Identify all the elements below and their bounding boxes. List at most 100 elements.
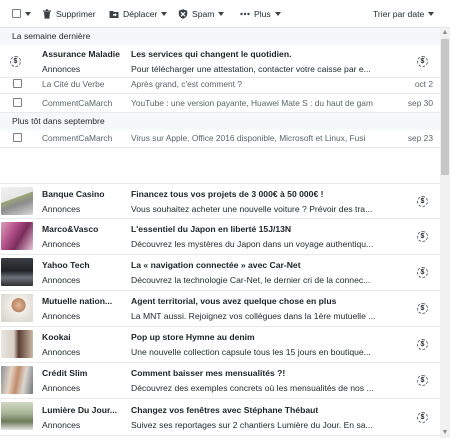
ad-tag: Annonces: [42, 275, 81, 285]
ad-thumbnail: [1, 258, 33, 286]
ad-row[interactable]: Kookai Annonces Pop up store Hymne au den…: [0, 327, 440, 363]
snippet: Pour télécharger une attestation, contac…: [131, 63, 371, 74]
ad-thumbnail: [1, 330, 33, 358]
subject: Financez tous vos projets de 3 000€ à 50…: [131, 188, 324, 199]
more-label: Plus: [254, 8, 271, 19]
move-label: Déplacer: [123, 8, 158, 19]
sender-name: Mutuelle nation...: [42, 296, 113, 306]
chevron-down-icon: [25, 11, 31, 16]
sponsored-icon: $: [417, 411, 428, 423]
ad-row[interactable]: Mutuelle nation... Annonces Agent territo…: [0, 291, 440, 327]
sender-name: Lumière Du Jour...: [42, 404, 117, 415]
scroll-thumb[interactable]: [441, 39, 449, 175]
ad-thumbnail: [1, 294, 33, 322]
ad-tag: Annonces: [42, 63, 81, 74]
snippet: Vous souhaitez acheter une nouvelle voit…: [131, 203, 373, 214]
ad-row[interactable]: Marco&Vasco Annonces L'essentiel du Japon…: [0, 219, 440, 255]
spam-button[interactable]: Spam: [178, 0, 225, 28]
spam-label: Spam: [192, 8, 215, 19]
toolbar: Supprimer Déplacer Spam Plus Trier par d…: [0, 0, 450, 28]
sponsored-icon: $: [417, 195, 428, 207]
message-checkbox[interactable]: [13, 78, 22, 88]
sender-name: CommentCaMarch: [42, 98, 113, 108]
sponsored-icon-cell: $: [0, 45, 35, 77]
message-date: sep 30: [407, 98, 433, 108]
ad-row[interactable]: Lumière Du Jour... Annonces Changez vos f…: [0, 399, 440, 436]
message-row[interactable]: CommentCaMarch Virus sur Apple, Office 2…: [0, 129, 440, 148]
select-all-control[interactable]: [12, 0, 31, 28]
message-row[interactable]: CommentCaMarch YouTube : une version pay…: [0, 94, 440, 113]
subject: Agent territorial, vous avez quelque cho…: [131, 296, 337, 306]
snippet: Découvrez la technologie Car-Net, le der…: [131, 275, 371, 285]
ad-tag: Annonces: [42, 419, 81, 430]
ad-tag: Annonces: [42, 239, 81, 249]
subject: Virus sur Apple, Office 2016 disponible,…: [131, 133, 366, 143]
ad-tag: Annonces: [42, 347, 81, 357]
ad-row[interactable]: Banque Casino Annonces Financez tous vos …: [0, 184, 440, 219]
message-date: oct 2: [414, 79, 433, 89]
sender-name: Banque Casino: [42, 188, 105, 199]
sender-name: Crédit Slim: [42, 368, 88, 378]
message-row[interactable]: La Cité du Verbe Après grand, c'est comm…: [0, 75, 440, 94]
message-date: sep 23: [407, 133, 433, 143]
ad-thumbnail: [1, 222, 33, 250]
sponsored-icon: $: [417, 231, 428, 242]
scrollbar[interactable]: ▲ ▼: [440, 28, 450, 438]
sponsored-message-row[interactable]: $ Assurance Maladie Annonces Les service…: [0, 45, 440, 78]
sender-name: Assurance Maladie: [42, 48, 120, 59]
subject: Comment baisser mes mensualités ?!: [131, 368, 286, 378]
snippet: Suivez ses reportages sur 2 chantiers Lu…: [131, 419, 373, 430]
chevron-down-icon: [428, 11, 435, 16]
sponsored-icon: $: [417, 303, 428, 314]
sponsored-icon: $: [417, 375, 428, 386]
select-all-checkbox[interactable]: [12, 9, 21, 18]
folder-move-icon: [109, 10, 119, 18]
subject: YouTube : une version payante, Huawei Ma…: [131, 98, 373, 108]
subject: Après grand, c'est comment ?: [131, 79, 242, 89]
ad-row[interactable]: Crédit Slim Annonces Comment baisser mes …: [0, 363, 440, 399]
snippet: Une nouvelle collection capsule tous les…: [131, 347, 371, 357]
sponsored-icon: $: [417, 267, 428, 278]
delete-label: Supprimer: [56, 8, 96, 19]
section-header: La semaine dernière: [0, 28, 440, 45]
trash-icon: [43, 8, 51, 19]
sender-name: Marco&Vasco: [42, 224, 99, 234]
subject: Les services qui changent le quotidien.: [131, 48, 292, 59]
message-checkbox[interactable]: [13, 132, 22, 142]
ad-tag: Annonces: [42, 383, 81, 393]
subject: Pop up store Hymne au denim: [131, 332, 255, 342]
subject: L'essentiel du Japon en liberté 15J/13N: [131, 224, 292, 234]
sender-name: Kookai: [42, 332, 71, 342]
sender-name: CommentCaMarch: [42, 133, 113, 143]
scroll-down-arrow-icon[interactable]: ▼: [441, 429, 449, 437]
more-button[interactable]: Plus: [240, 0, 281, 28]
ad-tag: Annonces: [42, 311, 81, 321]
chevron-down-icon: [161, 11, 168, 16]
scroll-up-arrow-icon[interactable]: ▲: [441, 29, 449, 37]
subject: Changez vos fenêtres avec Stéphane Théba…: [131, 404, 319, 415]
ad-thumbnail: [1, 187, 33, 215]
snippet: Découvrez des exemples concrets où les m…: [131, 383, 374, 393]
sort-label: Trier par date: [373, 8, 425, 19]
delete-button[interactable]: Supprimer: [42, 0, 96, 28]
sponsored-icon: $: [417, 339, 428, 350]
sponsored-icon: $: [10, 56, 21, 67]
section-header: Plus tôt dans septembre: [0, 113, 440, 130]
chevron-down-icon: [274, 11, 281, 16]
ad-row[interactable]: Yahoo Tech Annonces La « navigation conne…: [0, 255, 440, 291]
sort-button[interactable]: Trier par date: [373, 0, 435, 28]
sponsored-icon: $: [417, 55, 428, 67]
shield-icon: [178, 8, 188, 19]
ad-thumbnail: [1, 402, 33, 430]
empty-list-area: [0, 148, 440, 184]
ad-tag: Annonces: [42, 203, 81, 214]
message-checkbox[interactable]: [13, 97, 22, 107]
more-dots-icon: [240, 12, 250, 15]
move-button[interactable]: Déplacer: [109, 0, 168, 28]
chevron-down-icon: [218, 11, 225, 16]
snippet: Découvrez les mystères du Japon dans un …: [131, 239, 374, 249]
sender-name: La Cité du Verbe: [42, 79, 105, 89]
ad-thumbnail: [1, 366, 33, 394]
subject: La « navigation connectée » avec Car-Net: [131, 260, 301, 270]
snippet: La MNT aussi. Rejoignez vos collègues da…: [131, 311, 376, 321]
